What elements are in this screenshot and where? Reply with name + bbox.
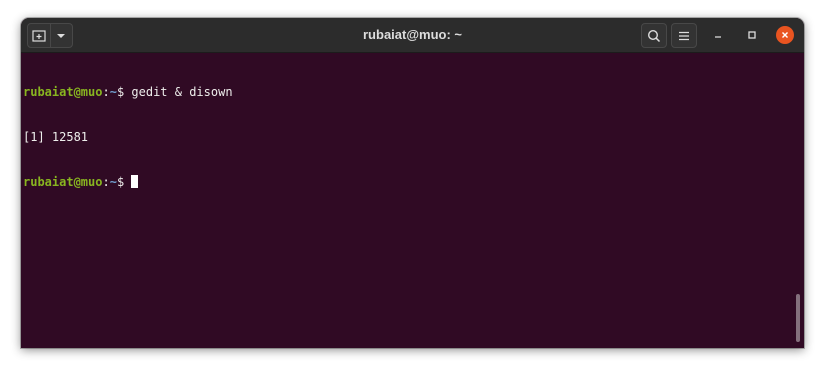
prompt-user: rubaiat@muo bbox=[23, 85, 103, 99]
tab-controls bbox=[27, 23, 73, 48]
scrollbar[interactable] bbox=[796, 294, 800, 342]
prompt-user: rubaiat@muo bbox=[23, 175, 103, 189]
tab-menu-button[interactable] bbox=[49, 24, 73, 47]
new-tab-icon bbox=[32, 29, 46, 42]
terminal-line: rubaiat@muo:~$ bbox=[23, 175, 804, 190]
hamburger-menu-icon bbox=[679, 31, 689, 40]
output-text: [1] 12581 bbox=[23, 130, 89, 144]
command-text: gedit & disown bbox=[131, 85, 233, 99]
search-button[interactable] bbox=[641, 23, 667, 48]
prompt-separator: : bbox=[102, 85, 110, 99]
minimize-button[interactable] bbox=[709, 26, 727, 44]
prompt-separator: : bbox=[102, 175, 110, 189]
prompt-symbol: $ bbox=[116, 175, 132, 189]
close-icon bbox=[782, 32, 788, 38]
maximize-icon bbox=[748, 31, 756, 39]
prompt-symbol: $ bbox=[116, 85, 132, 99]
close-button[interactable] bbox=[776, 26, 794, 44]
search-icon bbox=[647, 29, 661, 42]
terminal-line: rubaiat@muo:~$ gedit & disown bbox=[23, 85, 804, 100]
terminal-line: [1] 12581 bbox=[23, 130, 804, 145]
text-cursor bbox=[131, 175, 139, 188]
chevron-down-icon bbox=[57, 33, 66, 38]
menu-button[interactable] bbox=[671, 23, 697, 48]
title-bar[interactable]: rubaiat@muo: ~ bbox=[21, 18, 804, 53]
prompt-path: ~ bbox=[109, 85, 117, 99]
prompt-path: ~ bbox=[109, 175, 117, 189]
new-tab-button[interactable] bbox=[28, 24, 50, 47]
minimize-icon bbox=[715, 36, 721, 38]
maximize-button[interactable] bbox=[743, 26, 761, 44]
terminal-output[interactable]: rubaiat@muo:~$ gedit & disown [1] 12581 … bbox=[21, 53, 804, 348]
terminal-window: rubaiat@muo: ~ rubaiat@muo:~$ gedit & di… bbox=[21, 18, 804, 348]
